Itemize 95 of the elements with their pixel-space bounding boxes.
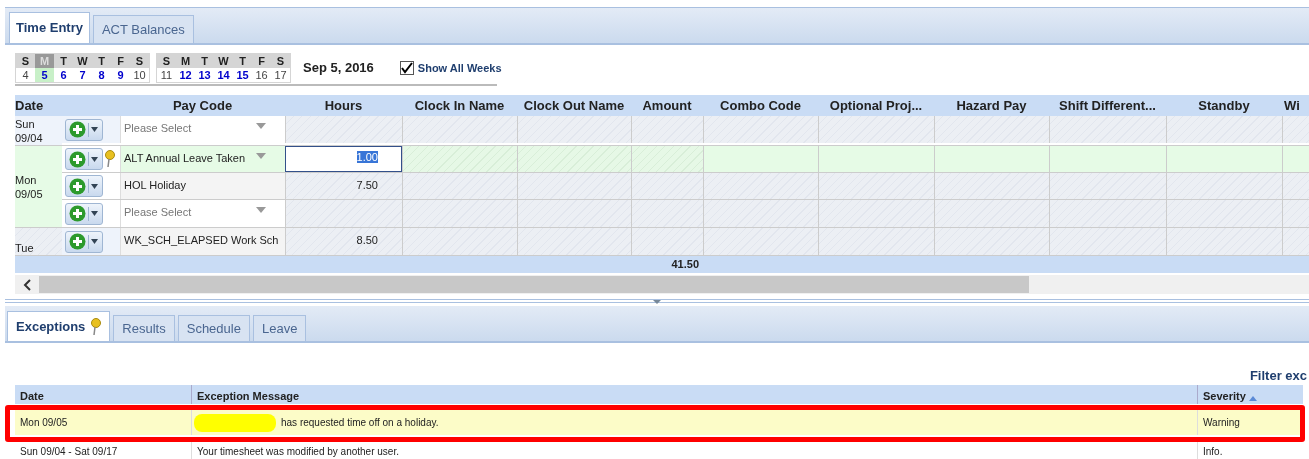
caret-icon	[91, 211, 98, 216]
scroll-left-icon[interactable]	[23, 278, 31, 291]
tab[interactable]: ACT Balances	[92, 15, 194, 43]
pay-code-dropdown[interactable]: WK_SCH_ELAPSED Work Sch	[120, 228, 285, 255]
checkbox[interactable]	[399, 61, 414, 75]
column-header: Standby	[1197, 96, 1251, 115]
column-header: Amount	[641, 96, 693, 115]
scrollbar-thumb[interactable]	[39, 276, 1029, 293]
column-header: Optional Proj...	[828, 96, 924, 115]
caret-icon	[91, 239, 98, 244]
column-header: Wi	[1283, 96, 1301, 115]
hours-input[interactable]: 1.00	[285, 146, 402, 172]
add-entry-button[interactable]	[65, 202, 103, 225]
calendar-day[interactable]: 12	[176, 68, 195, 82]
weekday-label: T	[59, 54, 68, 68]
weekday-label: T	[200, 54, 209, 68]
column-header: Pay Code	[171, 96, 234, 115]
pushpin-icon	[105, 150, 115, 168]
plus-icon	[69, 205, 86, 222]
weekday-label: M	[35, 54, 54, 68]
date-cell: Tue	[15, 228, 62, 255]
current-date: Sep 5, 2016	[303, 59, 374, 78]
weekday-label: S	[275, 54, 286, 68]
calendar-day[interactable]: 10	[130, 68, 149, 82]
column-header: Clock In Name	[413, 96, 506, 115]
weekday-label: S	[134, 54, 145, 68]
calendar-day[interactable]: 15	[233, 68, 252, 82]
column-header: Severity	[1203, 388, 1246, 404]
caret-icon	[91, 183, 98, 189]
calendar-day[interactable]: 6	[54, 68, 73, 82]
weekday-label: T	[97, 54, 106, 68]
exception-date: Sun 09/04 - Sat 09/17	[19, 444, 119, 459]
calendar-day[interactable]: 8	[92, 68, 111, 82]
calendar-day[interactable]: 11	[157, 68, 176, 82]
caret-icon[interactable]	[256, 153, 266, 159]
pay-code-dropdown[interactable]: HOL Holiday	[120, 173, 285, 199]
plus-icon	[69, 233, 86, 250]
grid-cell	[631, 116, 703, 143]
weekday-label: W	[217, 54, 230, 68]
column-header: Shift Different...	[1058, 96, 1157, 115]
caret-icon[interactable]	[256, 123, 266, 129]
add-entry-button[interactable]	[65, 148, 103, 170]
sort-ascending-icon[interactable]	[1248, 396, 1257, 401]
column-header: Exception Message	[197, 388, 300, 404]
calendar-day[interactable]: 14	[214, 68, 233, 82]
exception-severity: Warning	[1197, 410, 1303, 435]
exception-message: has requested time off on a holiday.	[280, 416, 439, 430]
exception-date: Mon 09/05	[19, 416, 69, 430]
plus-icon	[69, 177, 86, 195]
plus-icon	[69, 150, 86, 168]
splitter-handle-icon[interactable]	[653, 300, 661, 304]
weekday-label: T	[238, 54, 247, 68]
exception-message: Your timesheet was modified by another user.	[196, 444, 399, 459]
checkbox-label: Show All Weeks	[417, 60, 502, 76]
weekday-label: F	[116, 54, 125, 68]
hours-cell: 8.50	[285, 228, 402, 255]
date-cell: Mon 09/05	[15, 146, 62, 227]
calendar-day[interactable]: 9	[111, 68, 130, 82]
column-header: Hours	[323, 96, 364, 115]
caret-icon	[91, 127, 98, 132]
calendar-day[interactable]: 13	[195, 68, 214, 82]
weekday-label: S	[161, 54, 172, 68]
calendar-day[interactable]: 17	[271, 68, 290, 82]
total-hours: 41.50	[670, 257, 700, 273]
tab[interactable]: Schedule	[177, 315, 250, 341]
weekday-label: W	[76, 54, 89, 68]
calendar-day[interactable]: 16	[252, 68, 271, 82]
add-entry-button[interactable]	[65, 175, 103, 197]
add-entry-button[interactable]	[65, 230, 103, 253]
caret-icon[interactable]	[256, 207, 266, 213]
exception-row[interactable]: Mon 09/05 has requested time off on a holiday. Warning	[15, 410, 1303, 435]
plus-icon	[69, 121, 86, 138]
weekday-label: M	[179, 54, 192, 68]
weekday-label: S	[20, 54, 31, 68]
filter-link[interactable]: Filter exc	[1249, 366, 1309, 382]
tab[interactable]: Results	[113, 315, 175, 341]
column-header: Date	[20, 388, 44, 404]
pushpin-icon	[91, 317, 102, 336]
calendar-day[interactable]: 7	[73, 68, 92, 82]
column-header: Clock Out Name	[522, 96, 626, 115]
column-header: Combo Code	[719, 96, 802, 115]
column-header: Hazard Pay	[955, 96, 1028, 115]
caret-icon	[91, 156, 98, 162]
pay-code-dropdown[interactable]: ALT Annual Leave Taken	[120, 146, 285, 172]
date-cell: Sun 09/04	[15, 116, 62, 145]
column-header: Date	[15, 96, 45, 115]
tab[interactable]: Exceptions	[7, 311, 111, 341]
exception-severity: Info.	[1197, 441, 1303, 459]
add-entry-button[interactable]	[65, 118, 103, 141]
weekday-label: F	[257, 54, 266, 68]
hours-cell: 7.50	[285, 173, 402, 199]
calendar-day[interactable]: 5	[35, 68, 54, 82]
tab[interactable]: Leave	[252, 315, 307, 341]
tab[interactable]: Time Entry	[9, 12, 90, 43]
calendar-day[interactable]: 4	[16, 68, 35, 82]
